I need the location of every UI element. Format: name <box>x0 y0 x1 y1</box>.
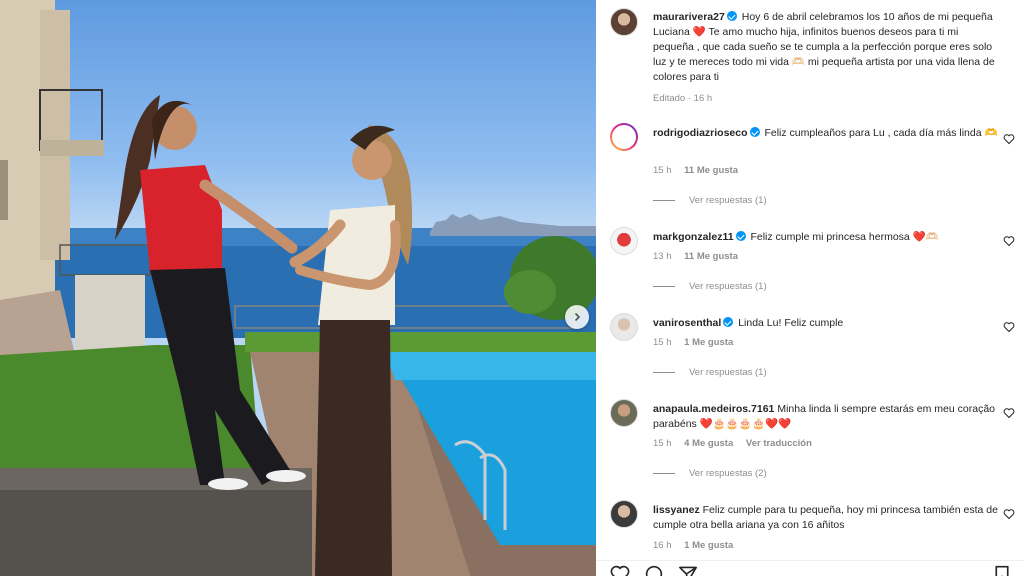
avatar[interactable] <box>610 123 638 151</box>
heart-icon[interactable] <box>1003 133 1015 145</box>
view-replies-button[interactable]: Ver respuestas (1) <box>653 195 767 206</box>
comment-user[interactable]: vanirosenthal <box>653 317 721 329</box>
comment-time: 15 h <box>653 438 672 449</box>
comment-likes[interactable]: 1 Me gusta <box>684 337 733 348</box>
bookmark-icon[interactable] <box>994 565 1010 576</box>
heart-icon[interactable] <box>610 565 630 576</box>
comment-text: Feliz cumple para tu pequeña, hoy mi pri… <box>653 504 998 531</box>
comment-text: Feliz cumple mi princesa hermosa ❤️🫶🏻 <box>750 231 939 243</box>
comment-time: 16 h <box>653 540 672 551</box>
view-replies-button[interactable]: Ver respuestas (1) <box>653 281 767 292</box>
avatar[interactable] <box>610 313 638 341</box>
chevron-right-icon <box>574 312 581 322</box>
verified-badge-icon <box>735 231 746 241</box>
comment-text: Feliz cumpleaños para Lu , cada día más … <box>764 127 998 139</box>
avatar[interactable] <box>610 500 638 528</box>
comment-likes[interactable]: 4 Me gusta <box>684 438 733 449</box>
comments-panel: maurarivera27 Hoy 6 de abril celebramos … <box>596 0 1024 576</box>
post-author[interactable]: maurarivera27 <box>653 11 725 23</box>
share-icon[interactable] <box>678 565 698 576</box>
comment-user[interactable]: lissyanez <box>653 504 700 516</box>
avatar[interactable] <box>610 399 638 427</box>
view-replies-button[interactable]: Ver respuestas (2) <box>653 468 767 479</box>
translate-button[interactable]: Ver traducción <box>746 438 812 449</box>
edited-label: Editado · 16 h <box>653 93 713 104</box>
next-photo-button[interactable] <box>565 305 589 329</box>
comment-user[interactable]: rodrigodiazrioseco <box>653 127 748 139</box>
comment-time: 13 h <box>653 251 672 262</box>
verified-badge-icon <box>723 317 734 327</box>
comment-likes[interactable]: 11 Me gusta <box>684 251 738 262</box>
comment-text: Linda Lu! Feliz cumple <box>738 317 844 329</box>
comment-likes[interactable]: 1 Me gusta <box>684 540 733 551</box>
heart-icon[interactable] <box>1003 321 1015 333</box>
heart-icon[interactable] <box>1003 407 1015 419</box>
heart-icon[interactable] <box>1003 508 1015 520</box>
comment-time: 15 h <box>653 165 672 176</box>
view-replies-button[interactable]: Ver respuestas (1) <box>653 367 767 378</box>
post-photo[interactable] <box>0 0 596 576</box>
verified-badge-icon <box>726 11 737 21</box>
heart-icon[interactable] <box>1003 235 1015 247</box>
avatar[interactable] <box>610 227 638 255</box>
comment-icon[interactable] <box>644 565 664 576</box>
action-bar <box>596 560 1024 576</box>
photo-scene <box>0 0 596 576</box>
comment-user[interactable]: anapaula.medeiros.7161 <box>653 403 774 415</box>
comment-time: 15 h <box>653 337 672 348</box>
comment-likes[interactable]: 11 Me gusta <box>684 165 738 176</box>
comment-user[interactable]: markgonzalez11 <box>653 231 734 243</box>
avatar[interactable] <box>610 8 638 36</box>
verified-badge-icon <box>749 127 760 137</box>
